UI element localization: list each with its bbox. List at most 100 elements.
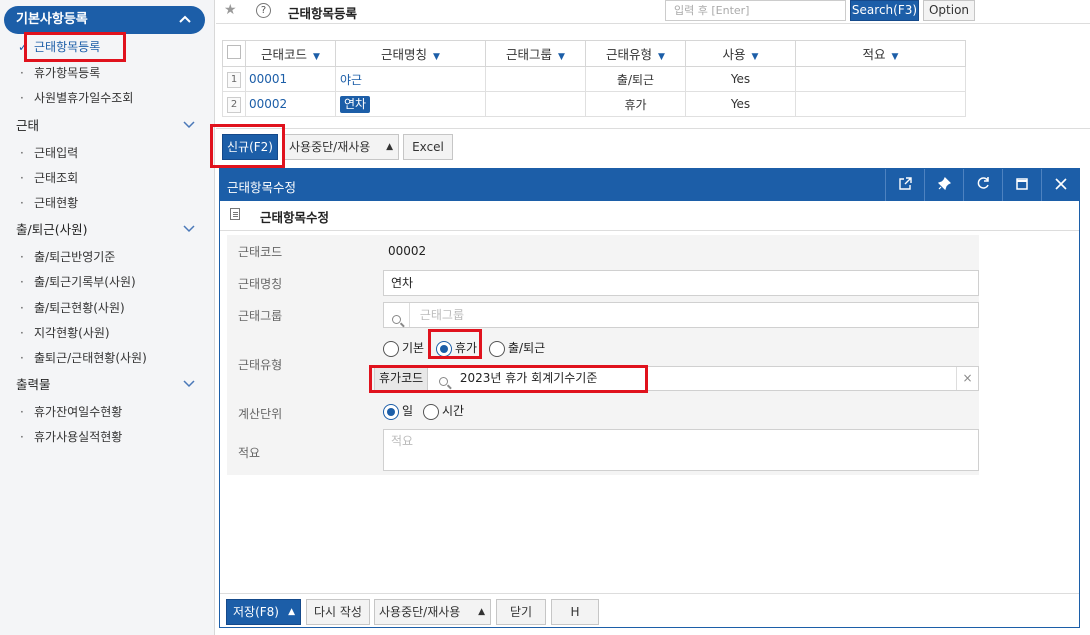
code-label: 근태코드 bbox=[238, 245, 283, 259]
dialog-subheader: 근태항목수정 bbox=[220, 201, 1079, 231]
search-icon[interactable] bbox=[432, 367, 454, 394]
table-row[interactable]: 2 00002 연차 휴가 Yes bbox=[222, 91, 966, 117]
table-header-row: 근태코드 ▼ 근태명칭 ▼ 근태그룹 ▼ 근태유형 ▼ 사용 ▼ 적요 ▼ bbox=[222, 40, 966, 67]
type-cell: 휴가 bbox=[585, 91, 686, 117]
memo-textarea[interactable]: 적요 bbox=[383, 429, 979, 471]
chevron-up-icon[interactable] bbox=[175, 6, 195, 34]
sort-down-icon: ▼ bbox=[433, 52, 440, 62]
pin-icon[interactable] bbox=[924, 169, 963, 201]
close-button[interactable]: 닫기 bbox=[496, 599, 546, 625]
dialog-footer: 저장(F8) ▲ 다시 작성 사용중단/재사용 ▲ 닫기 H bbox=[220, 593, 1079, 627]
maximize-icon[interactable] bbox=[1002, 169, 1041, 201]
sidebar-item-attendance-item-register[interactable]: ✓ 근태항목등록 bbox=[18, 36, 100, 58]
vacation-code-value: 2023년 휴가 회계기수기준 bbox=[459, 371, 598, 385]
toggle-use-button[interactable]: 사용중단/재사용 ▲ bbox=[283, 134, 399, 160]
table-row[interactable]: 1 00001 야근 출/퇴근 Yes bbox=[222, 66, 966, 92]
group-label: 근태그룹 bbox=[238, 309, 283, 323]
group-input[interactable]: 근태그룹 bbox=[383, 302, 979, 328]
sidebar-group-attendance[interactable]: 근태 bbox=[16, 115, 201, 137]
sidebar-group-commute[interactable]: 출/퇴근(사원) bbox=[16, 219, 201, 241]
code-value: 00002 bbox=[388, 244, 427, 258]
sidebar-item-late-status[interactable]: · 지각현황(사원) bbox=[20, 322, 110, 344]
sidebar-item-commute-log[interactable]: · 출/퇴근기록부(사원) bbox=[20, 271, 136, 293]
column-header-group[interactable]: 근태그룹 ▼ bbox=[485, 40, 586, 67]
h-button[interactable]: H bbox=[551, 599, 599, 625]
name-link[interactable]: 야근 bbox=[340, 73, 362, 87]
sidebar-item-vacation-usage[interactable]: · 휴가사용실적현황 bbox=[20, 426, 122, 448]
search-icon[interactable] bbox=[384, 303, 410, 327]
code-link[interactable]: 00001 bbox=[249, 72, 287, 86]
sidebar-group-basic[interactable]: 기본사항등록 bbox=[4, 6, 205, 34]
sidebar-item-vacation-days-lookup[interactable]: · 사원별휴가일수조회 bbox=[20, 87, 133, 109]
column-header-note[interactable]: 적요 ▼ bbox=[795, 40, 966, 67]
radio-checked-icon bbox=[436, 340, 452, 357]
chevron-down-icon[interactable] bbox=[183, 219, 195, 241]
dialog-header: 근태항목수정 bbox=[220, 169, 1079, 201]
column-header-use[interactable]: 사용 ▼ bbox=[685, 40, 796, 67]
sidebar-item-vacation-remaining[interactable]: · 휴가잔여일수현황 bbox=[20, 401, 122, 423]
use-cell: Yes bbox=[685, 66, 796, 92]
bullet-icon: · bbox=[20, 430, 24, 444]
type-radio-basic[interactable]: 기본 bbox=[383, 339, 424, 357]
caret-up-icon: ▲ bbox=[288, 607, 295, 617]
sidebar-item-commute-status[interactable]: · 출/퇴근현황(사원) bbox=[20, 297, 125, 319]
toggle-use-button[interactable]: 사용중단/재사용 ▲ bbox=[374, 599, 491, 625]
sidebar-item-commute-attendance-status[interactable]: · 출퇴근/근태현황(사원) bbox=[20, 347, 147, 369]
unit-radio-day[interactable]: 일 bbox=[383, 402, 413, 420]
chevron-down-icon[interactable] bbox=[183, 374, 195, 396]
rewrite-button[interactable]: 다시 작성 bbox=[306, 599, 370, 625]
type-label: 근태유형 bbox=[238, 358, 283, 372]
edit-dialog: 근태항목수정 근태항목수정 근태코드 00002 근태명칭 연차 근태그룹 근태… bbox=[219, 168, 1080, 628]
search-input[interactable]: 입력 후 [Enter] bbox=[665, 0, 846, 21]
sidebar-item-attendance-input[interactable]: · 근태입력 bbox=[20, 142, 78, 164]
bullet-icon: · bbox=[20, 250, 24, 264]
sidebar-item-attendance-status[interactable]: · 근태현황 bbox=[20, 192, 78, 214]
sidebar-item-attendance-lookup[interactable]: · 근태조회 bbox=[20, 167, 78, 189]
type-cell: 출/퇴근 bbox=[585, 66, 686, 92]
radio-icon bbox=[423, 403, 439, 420]
name-link-selected[interactable]: 연차 bbox=[340, 95, 371, 113]
radio-icon bbox=[489, 340, 505, 357]
radio-icon bbox=[383, 340, 399, 357]
type-radio-commute[interactable]: 출/퇴근 bbox=[489, 339, 545, 357]
clear-icon[interactable]: × bbox=[956, 367, 978, 390]
top-toolbar: ★ ? 근태항목등록 입력 후 [Enter] Search(F3) Optio… bbox=[216, 0, 1090, 24]
new-button[interactable]: 신규(F2) bbox=[222, 134, 278, 160]
sort-down-icon: ▼ bbox=[658, 52, 665, 62]
sidebar-group-printouts[interactable]: 출력물 bbox=[16, 374, 201, 396]
external-link-icon[interactable] bbox=[885, 169, 924, 201]
help-icon[interactable]: ? bbox=[256, 3, 271, 18]
group-cell bbox=[485, 66, 586, 92]
select-all-checkbox[interactable] bbox=[222, 40, 246, 67]
bullet-icon: · bbox=[20, 301, 24, 315]
row-number: 2 bbox=[227, 96, 241, 113]
name-input[interactable]: 연차 bbox=[383, 270, 979, 296]
option-button[interactable]: Option bbox=[923, 0, 975, 21]
document-icon bbox=[230, 208, 240, 220]
column-header-type[interactable]: 근태유형 ▼ bbox=[585, 40, 686, 67]
refresh-icon[interactable] bbox=[963, 169, 1002, 201]
column-header-name[interactable]: 근태명칭 ▼ bbox=[335, 40, 486, 67]
caret-up-icon: ▲ bbox=[386, 142, 393, 152]
use-cell: Yes bbox=[685, 91, 796, 117]
sidebar-item-vacation-item-register[interactable]: · 휴가항목등록 bbox=[20, 62, 100, 84]
bullet-icon: · bbox=[20, 405, 24, 419]
column-header-code[interactable]: 근태코드 ▼ bbox=[245, 40, 336, 67]
code-link[interactable]: 00002 bbox=[249, 97, 287, 111]
close-icon[interactable] bbox=[1041, 169, 1080, 201]
sidebar-item-commute-criteria[interactable]: · 출/퇴근반영기준 bbox=[20, 246, 115, 268]
name-label: 근태명칭 bbox=[238, 277, 283, 291]
bullet-icon: · bbox=[20, 91, 24, 105]
chevron-down-icon[interactable] bbox=[183, 115, 195, 137]
search-button[interactable]: Search(F3) bbox=[850, 0, 919, 21]
group-cell bbox=[485, 91, 586, 117]
excel-button[interactable]: Excel bbox=[403, 134, 453, 160]
bullet-icon: · bbox=[20, 351, 24, 365]
page-title: 근태항목등록 bbox=[288, 6, 358, 21]
save-button[interactable]: 저장(F8) ▲ bbox=[226, 599, 301, 625]
vacation-code-field[interactable]: 휴가코드 2023년 휴가 회계기수기준 × bbox=[374, 366, 979, 391]
type-radio-vacation[interactable]: 휴가 bbox=[436, 339, 477, 357]
unit-radio-hour[interactable]: 시간 bbox=[423, 402, 464, 420]
star-icon[interactable]: ★ bbox=[224, 2, 237, 18]
edit-form: 근태코드 00002 근태명칭 연차 근태그룹 근태그룹 근태유형 기본 휴가 … bbox=[227, 235, 979, 475]
